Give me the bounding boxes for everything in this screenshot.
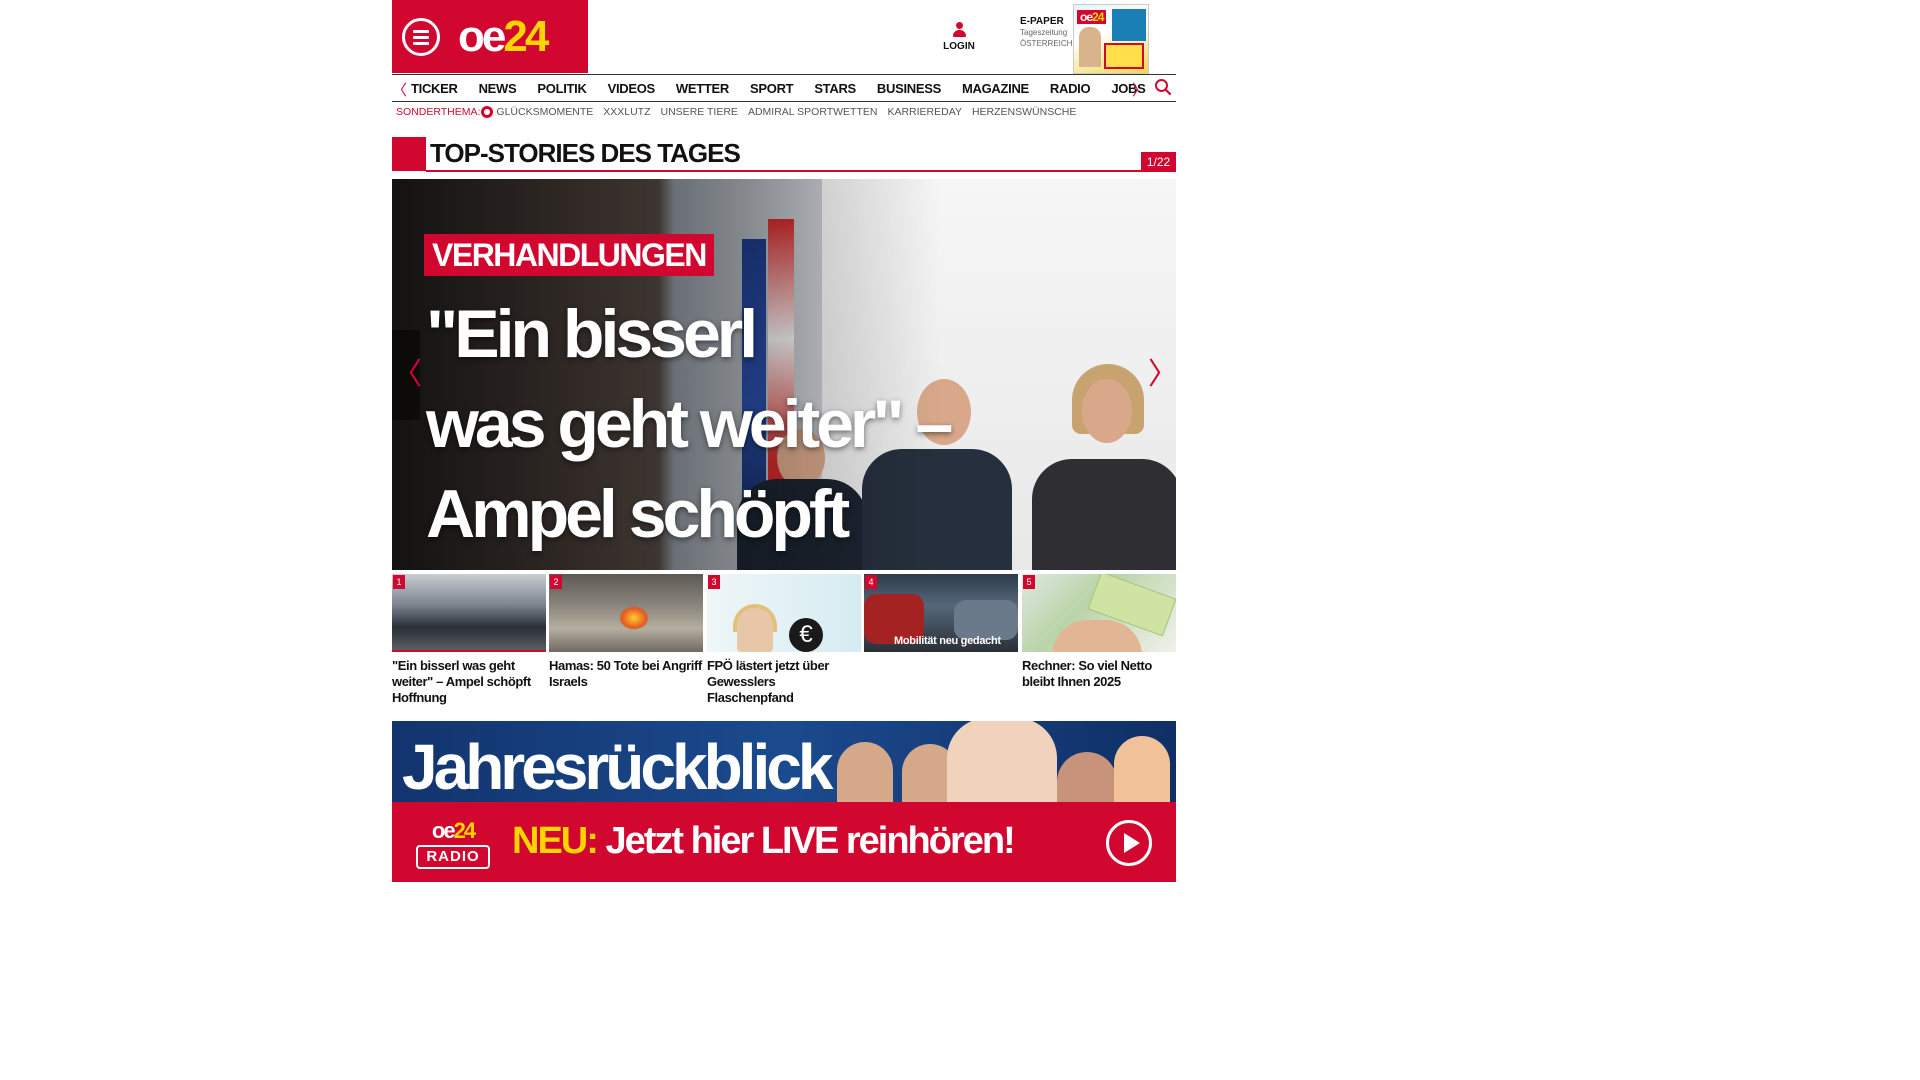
year-review-banner[interactable]: Jahresrückblick: [392, 721, 1176, 803]
hero-story[interactable]: VERHANDLUNGEN "Ein bisserl was geht weit…: [392, 179, 1176, 570]
story-thumbnail[interactable]: 5 Rechner: So viel Netto bleibt Ihnen 20…: [1022, 574, 1176, 690]
hero-headline[interactable]: "Ein bisserl was geht weiter" – Ampel sc…: [426, 289, 1126, 570]
story-number: 4: [865, 575, 877, 589]
carousel-next-chevron-icon[interactable]: 〉: [1148, 330, 1176, 420]
thumbnail-overlay-text: Mobilität neu gedacht: [894, 635, 1001, 647]
carousel-prev-chevron-icon[interactable]: 〈: [392, 330, 422, 420]
section-marker: [392, 137, 426, 171]
login-button[interactable]: LOGIN: [938, 22, 980, 52]
story-number: 1: [393, 575, 405, 589]
thumbnail-image: 1: [392, 574, 546, 652]
epaper-subtitle: Tageszeitung: [1020, 28, 1068, 37]
menu-icon[interactable]: [402, 18, 440, 56]
search-icon[interactable]: [1154, 78, 1172, 96]
story-number: 5: [1023, 575, 1035, 589]
brand-logo[interactable]: oe24: [458, 12, 549, 62]
radio-logo: oe24 RADIO: [416, 820, 490, 870]
special-topic-link[interactable]: KARRIEREDAY: [887, 106, 962, 118]
thumbnail-image: Mobilität neu gedacht 4: [864, 574, 1018, 652]
nav-item-ticker[interactable]: TICKER: [411, 81, 458, 96]
thumbnail-caption: Rechner: So viel Netto bleibt Ihnen 2025: [1022, 658, 1152, 689]
nav-item-politik[interactable]: POLITIK: [537, 81, 586, 96]
special-topics-label: SONDERTHEMA:: [396, 106, 481, 118]
radio-cta-bar[interactable]: oe24 RADIO NEU: Jetzt hier LIVE reinhöre…: [392, 802, 1176, 882]
radio-logo-word: RADIO: [416, 845, 490, 869]
special-topic-link[interactable]: UNSERE TIERE: [661, 106, 738, 118]
section-underline: [426, 170, 1141, 172]
nav-items: TICKER NEWS POLITIK VIDEOS WETTER SPORT STARS B…: [411, 81, 1167, 96]
story-thumbnail[interactable]: 1 "Ein bisserl was geht weiter" – Ampel …: [392, 574, 546, 706]
nav-item-news[interactable]: NEWS: [479, 81, 517, 96]
thumbnail-image: 2: [549, 574, 703, 652]
epaper-cover-image[interactable]: oe24: [1073, 4, 1149, 74]
story-thumbnail[interactable]: Mobilität neu gedacht 4: [864, 574, 1018, 658]
nav-item-business[interactable]: BUSINESS: [877, 81, 941, 96]
euro-icon: €: [789, 618, 823, 652]
thumbnail-caption: FPÖ lästert jetzt über Gewesslers Flasch…: [707, 658, 829, 705]
special-topic-link[interactable]: HERZENSWÜNSCHE: [972, 106, 1076, 118]
brand-header: oe24: [392, 0, 588, 73]
epaper-region: ÖSTERREICH: [1020, 39, 1073, 48]
epaper-link[interactable]: E-PAPER Tageszeitung ÖSTERREICH: [1020, 16, 1072, 49]
hero-kicker: VERHANDLUNGEN: [424, 234, 714, 276]
nav-item-radio[interactable]: RADIO: [1050, 81, 1091, 96]
radio-cta-text: NEU: Jetzt hier LIVE reinhören!: [512, 820, 1016, 862]
thumbnail-image: € 3: [707, 574, 861, 652]
epaper-cover-logo: oe24: [1077, 10, 1107, 24]
play-icon[interactable]: [1106, 820, 1152, 866]
hero-headline-line: was geht weiter" –: [426, 386, 953, 462]
nav-item-magazine[interactable]: MAGAZINE: [962, 81, 1029, 96]
hero-headline-line: Ampel schöpft Hoffnung: [426, 476, 850, 570]
slide-counter: 1/22: [1141, 152, 1176, 172]
nav-item-sport[interactable]: SPORT: [750, 81, 794, 96]
login-label: LOGIN: [943, 41, 975, 52]
radio-promo-banner[interactable]: Jahresrückblick oe24 RADIO NEU: Jetzt hi…: [392, 721, 1176, 882]
story-number: 2: [550, 575, 562, 589]
section-title: TOP-STORIES DES TAGES: [430, 138, 741, 168]
special-topic-link[interactable]: ADMIRAL SPORTWETTEN: [748, 106, 878, 118]
story-thumbnail[interactable]: 2 Hamas: 50 Tote bei Angriff Israels: [549, 574, 703, 690]
main-navigation: 〈 TICKER NEWS POLITIK VIDEOS WETTER SPORT STAR…: [392, 74, 1176, 102]
story-thumbnail[interactable]: € 3 FPÖ lästert jetzt über Gewesslers Fl…: [707, 574, 861, 706]
nav-prev-chevron-icon[interactable]: 〈: [392, 79, 407, 100]
story-number: 3: [708, 575, 720, 589]
special-topics-list: GLÜCKSMOMENTE XXXLUTZ UNSERE TIERE ADMIRAL …: [496, 106, 1086, 118]
nav-item-videos[interactable]: VIDEOS: [608, 81, 656, 96]
nav-item-wetter[interactable]: WETTER: [676, 81, 729, 96]
special-topic-badge-icon: [481, 106, 494, 118]
year-review-title: Jahresrückblick: [402, 731, 833, 803]
thumbnail-caption: "Ein bisserl was geht weiter" – Ampel sc…: [392, 658, 531, 705]
epaper-title: E-PAPER: [1020, 16, 1064, 27]
thumbnail-caption: Hamas: 50 Tote bei Angriff Israels: [549, 658, 702, 689]
hero-headline-line: "Ein bisserl: [426, 296, 758, 372]
special-topic-link[interactable]: XXXLUTZ: [603, 106, 650, 118]
user-icon: [952, 22, 966, 38]
special-topics-bar: SONDERTHEMA: GLÜCKSMOMENTE XXXLUTZ UNSERE …: [396, 105, 1086, 119]
nav-next-chevron-icon[interactable]: 〉: [1132, 79, 1147, 100]
thumbnail-image: 5: [1022, 574, 1176, 652]
nav-item-stars[interactable]: STARS: [814, 81, 856, 96]
special-topic-link[interactable]: GLÜCKSMOMENTE: [496, 106, 593, 118]
